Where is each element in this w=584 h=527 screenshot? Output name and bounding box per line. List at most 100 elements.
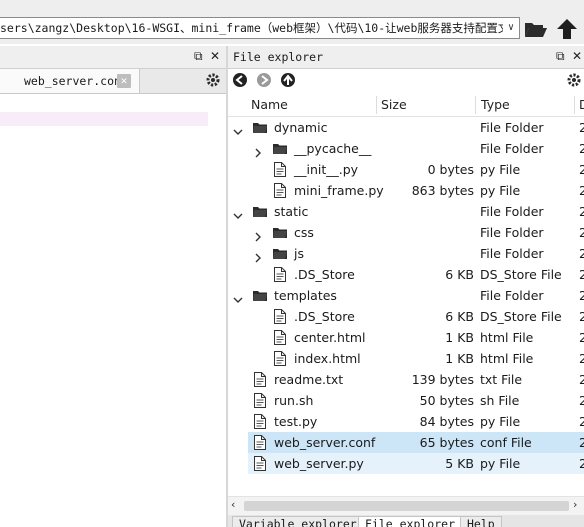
- folder-icon: [253, 204, 267, 219]
- file-size: 1 KB: [445, 351, 474, 366]
- table-row[interactable]: __pycache__ File Folder 2: [228, 138, 584, 159]
- chevron-down-icon[interactable]: [233, 122, 243, 135]
- file-name: readme.txt: [274, 372, 344, 387]
- chevron-down-icon[interactable]: [233, 206, 243, 219]
- file-type: py File: [480, 183, 521, 198]
- code-editor[interactable]: [0, 94, 226, 527]
- file-date: 2: [579, 435, 584, 450]
- file-type: py File: [480, 414, 521, 429]
- file-icon: [273, 267, 287, 282]
- gear-icon[interactable]: [205, 72, 221, 91]
- close-icon[interactable]: ✕: [572, 49, 582, 63]
- scroll-right-icon[interactable]: ›: [573, 498, 577, 511]
- back-arrow-icon[interactable]: [231, 71, 249, 89]
- file-name: templates: [274, 288, 337, 303]
- file-size: 0 bytes: [427, 162, 474, 177]
- file-date: 2: [579, 225, 584, 240]
- table-row[interactable]: run.sh 50 bytes sh File 2: [228, 390, 584, 411]
- close-tab-icon[interactable]: ✕: [117, 74, 131, 88]
- file-icon: [273, 309, 287, 324]
- horizontal-scrollbar[interactable]: ‹ ›: [228, 496, 584, 515]
- table-row[interactable]: index.html 1 KB html File 2: [228, 348, 584, 369]
- file-name: static: [274, 204, 309, 219]
- table-row[interactable]: web_server.conf 65 bytes conf File 2: [248, 432, 584, 453]
- file-date: 2: [579, 414, 584, 429]
- file-type: py File: [480, 456, 521, 471]
- file-type: File Folder: [480, 288, 544, 303]
- file-type: File Folder: [480, 225, 544, 240]
- scroll-left-icon[interactable]: ‹: [231, 498, 235, 511]
- path-combobox[interactable]: sers\zangz\Desktop\16-WSGI、mini_frame（we…: [0, 17, 520, 39]
- folder-icon: [253, 120, 267, 135]
- column-header-date[interactable]: D: [579, 92, 584, 116]
- file-size: 863 bytes: [411, 183, 474, 198]
- table-row[interactable]: test.py 84 bytes py File 2: [228, 411, 584, 432]
- file-icon: [253, 393, 267, 408]
- undock-icon[interactable]: ⧉: [194, 49, 203, 64]
- file-size: 1 KB: [445, 330, 474, 345]
- table-row[interactable]: .DS_Store 6 KB DS_Store File 2: [228, 264, 584, 285]
- forward-arrow-icon[interactable]: [255, 71, 273, 89]
- table-row[interactable]: js File Folder 2: [228, 243, 584, 264]
- folder-icon: [253, 288, 267, 303]
- file-tree-header: ⌃ Name Size Type D: [228, 92, 584, 117]
- file-name: dynamic: [274, 120, 328, 135]
- table-row[interactable]: .DS_Store 6 KB DS_Store File 2: [228, 306, 584, 327]
- table-row[interactable]: dynamic File Folder 2: [228, 117, 584, 138]
- table-row[interactable]: __init__.py 0 bytes py File 2: [228, 159, 584, 180]
- file-icon: [273, 351, 287, 366]
- folder-open-icon[interactable]: [523, 16, 549, 42]
- file-date: 2: [579, 246, 584, 261]
- table-row[interactable]: css File Folder 2: [228, 222, 584, 243]
- working-directory-toolbar: sers\zangz\Desktop\16-WSGI、mini_frame（we…: [0, 0, 584, 44]
- path-value: sers\zangz\Desktop\16-WSGI、mini_frame（we…: [0, 21, 520, 35]
- folder-icon: [273, 225, 287, 240]
- file-type: File Folder: [480, 204, 544, 219]
- file-type: File Folder: [480, 246, 544, 261]
- file-date: 2: [579, 393, 584, 408]
- file-date: 2: [579, 204, 584, 219]
- table-row[interactable]: templates File Folder 2: [228, 285, 584, 306]
- tab-file-explorer[interactable]: File explorer: [358, 516, 463, 527]
- file-tree[interactable]: ⌃ Name Size Type D dynamic File Folder 2 __…: [228, 92, 584, 496]
- column-header-type[interactable]: Type: [481, 92, 510, 116]
- file-type: DS_Store File: [480, 267, 562, 282]
- file-date: 2: [579, 120, 584, 135]
- file-date: 2: [579, 267, 584, 282]
- file-icon: [253, 435, 267, 450]
- file-name: .DS_Store: [294, 309, 355, 324]
- undock-icon[interactable]: ⧉: [556, 49, 565, 64]
- scrollbar-thumb[interactable]: [244, 501, 569, 511]
- file-type: conf File: [480, 435, 532, 450]
- file-size: 139 bytes: [411, 372, 474, 387]
- tab-help[interactable]: Help: [460, 516, 502, 527]
- file-type: html File: [480, 351, 534, 366]
- table-row[interactable]: readme.txt 139 bytes txt File 2: [228, 369, 584, 390]
- arrow-up-icon[interactable]: [554, 16, 580, 42]
- file-size: 84 bytes: [419, 414, 474, 429]
- file-explorer-header: File explorer ⧉ ✕: [228, 46, 584, 69]
- file-date: 2: [579, 372, 584, 387]
- table-row[interactable]: web_server.py 5 KB py File 2: [248, 453, 584, 474]
- chevron-right-icon[interactable]: [253, 143, 263, 158]
- file-type: py File: [480, 162, 521, 177]
- chevron-down-icon[interactable]: [233, 290, 243, 303]
- editor-tab-web-server-conf[interactable]: web_server.conf ✕: [0, 69, 140, 93]
- file-name: web_server.py: [274, 456, 364, 471]
- file-name: .DS_Store: [294, 267, 355, 282]
- table-row[interactable]: mini_frame.py 863 bytes py File 2: [228, 180, 584, 201]
- file-explorer-pane: File explorer ⧉ ✕ ⌃ Name Size Type D dyn…: [228, 46, 584, 527]
- file-name: index.html: [294, 351, 361, 366]
- tab-variable-explorer[interactable]: Variable explorer: [232, 516, 364, 527]
- column-header-size[interactable]: Size: [381, 92, 407, 116]
- close-icon[interactable]: ✕: [210, 49, 220, 63]
- chevron-right-icon[interactable]: [253, 248, 263, 263]
- chevron-down-icon[interactable]: ∨: [503, 18, 519, 38]
- table-row[interactable]: static File Folder 2: [228, 201, 584, 222]
- parent-dir-icon[interactable]: [279, 71, 297, 89]
- table-row[interactable]: center.html 1 KB html File 2: [228, 327, 584, 348]
- gear-icon[interactable]: [566, 72, 582, 91]
- folder-icon: [273, 246, 287, 261]
- chevron-right-icon[interactable]: [253, 227, 263, 242]
- column-header-name[interactable]: Name: [251, 92, 288, 116]
